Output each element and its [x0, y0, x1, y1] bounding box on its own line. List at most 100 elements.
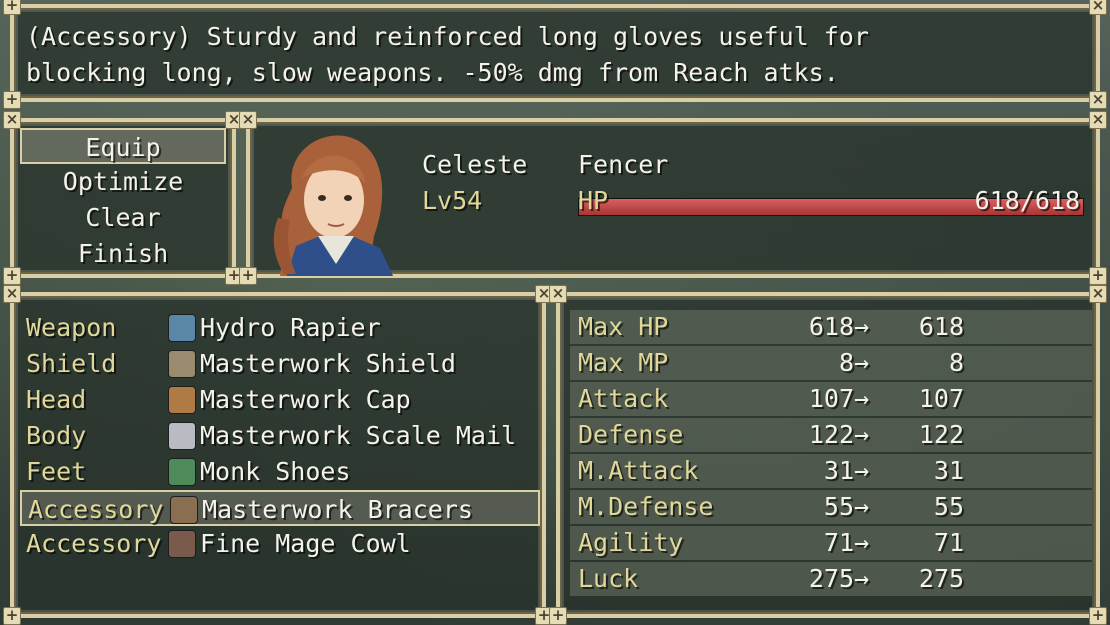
arrow-right-icon: → — [854, 564, 870, 593]
param-current: 31 — [823, 456, 854, 485]
window-corner-icon: × — [239, 111, 257, 129]
window-corner-icon: × — [549, 285, 567, 303]
window-corner-icon: + — [3, 0, 21, 15]
arrow-right-icon: → — [854, 456, 870, 485]
param-name: Max MP — [578, 348, 669, 377]
param-new: 618 — [918, 312, 964, 341]
param-new: 122 — [918, 420, 964, 449]
param-current: 618 — [808, 312, 854, 341]
param-new: 275 — [918, 564, 964, 593]
cap-icon — [168, 386, 196, 414]
param-name: Luck — [578, 564, 639, 593]
slot-label: Weapon — [26, 313, 117, 342]
slot-item-name: Masterwork Scale Mail — [200, 421, 517, 450]
slot-row-accessory-2[interactable]: Accessory Fine Mage Cowl — [20, 526, 540, 562]
slot-row-body[interactable]: Body Masterwork Scale Mail — [20, 418, 540, 454]
slot-row-head[interactable]: Head Masterwork Cap — [20, 382, 540, 418]
actor-class: Fencer — [578, 150, 669, 179]
window-corner-icon: + — [1089, 607, 1107, 625]
help-window: + × + × (Accessory) Sturdy and reinforce… — [3, 0, 1107, 109]
command-window: × × + + Equip Optimize Clear Finish — [3, 111, 243, 285]
slot-item-name: Masterwork Bracers — [202, 495, 473, 524]
param-current: 107 — [808, 384, 854, 413]
window-corner-icon: × — [1089, 0, 1107, 15]
actor-name: Celeste — [422, 150, 528, 179]
param-name: Defense — [578, 420, 684, 449]
param-current: 71 — [823, 528, 854, 557]
slot-row-accessory-1[interactable]: Accessory Masterwork Bracers — [20, 490, 540, 526]
arrow-right-icon: → — [854, 384, 870, 413]
slot-label: Shield — [26, 349, 117, 378]
shield-icon — [168, 350, 196, 378]
param-row-agility: Agility 71 → 71 — [570, 526, 1092, 560]
bracers-icon — [170, 496, 198, 524]
slot-item-name: Hydro Rapier — [200, 313, 381, 342]
param-current: 122 — [808, 420, 854, 449]
arrow-right-icon: → — [854, 420, 870, 449]
param-name: M.Defense — [578, 492, 714, 521]
window-corner-icon: × — [1089, 111, 1107, 129]
param-new: 8 — [948, 348, 964, 377]
param-row-max-hp: Max HP 618 → 618 — [570, 310, 1092, 344]
arrow-right-icon: → — [854, 528, 870, 557]
param-new: 55 — [933, 492, 964, 521]
slot-label: Body — [26, 421, 87, 450]
slot-label: Feet — [26, 457, 87, 486]
command-clear[interactable]: Clear — [20, 200, 226, 236]
slot-item-name: Masterwork Shield — [200, 349, 456, 378]
window-corner-icon: × — [1089, 285, 1107, 303]
param-current: 55 — [823, 492, 854, 521]
slot-row-weapon[interactable]: Weapon Hydro Rapier — [20, 310, 540, 346]
window-corner-icon: + — [549, 607, 567, 625]
param-row-m-defense: M.Defense 55 → 55 — [570, 490, 1092, 524]
cowl-icon — [168, 530, 196, 558]
slot-item-name: Fine Mage Cowl — [200, 529, 411, 558]
param-row-luck: Luck 275 → 275 — [570, 562, 1092, 596]
param-current: 8 — [838, 348, 854, 377]
param-new: 31 — [933, 456, 964, 485]
parameter-comparison-window: × × + + Max HP 618 → 618 Max MP 8 → 8 At… — [549, 285, 1107, 625]
param-name: Attack — [578, 384, 669, 413]
slot-item-name: Monk Shoes — [200, 457, 351, 486]
actor-status-window: × × + + Celeste Fencer Lv54 HP 618/618 — [239, 111, 1107, 285]
arrow-right-icon: → — [854, 312, 870, 341]
param-name: Max HP — [578, 312, 669, 341]
command-optimize[interactable]: Optimize — [20, 164, 226, 200]
param-row-max-mp: Max MP 8 → 8 — [570, 346, 1092, 380]
param-row-m-attack: M.Attack 31 → 31 — [570, 454, 1092, 488]
scale-mail-icon — [168, 422, 196, 450]
help-text-line-2: blocking long, slow weapons. -50% dmg fr… — [26, 58, 839, 87]
window-corner-icon: × — [1089, 91, 1107, 109]
slot-label: Accessory — [26, 529, 162, 558]
slot-row-feet[interactable]: Feet Monk Shoes — [20, 454, 540, 490]
param-current: 275 — [808, 564, 854, 593]
shoes-icon — [168, 458, 196, 486]
param-name: M.Attack — [578, 456, 699, 485]
window-corner-icon: + — [3, 91, 21, 109]
window-corner-icon: + — [1089, 267, 1107, 285]
param-new: 107 — [918, 384, 964, 413]
command-equip[interactable]: Equip — [20, 128, 226, 164]
window-corner-icon: + — [3, 607, 21, 625]
rapier-icon — [168, 314, 196, 342]
arrow-right-icon: → — [854, 492, 870, 521]
window-corner-icon: + — [239, 267, 257, 285]
slot-label: Accessory — [28, 495, 164, 524]
window-corner-icon: × — [3, 285, 21, 303]
actor-portrait — [256, 128, 404, 276]
window-corner-icon: × — [3, 111, 21, 129]
equip-slot-window: × × + + Weapon Hydro Rapier Shield Maste… — [3, 285, 553, 625]
slot-item-name: Masterwork Cap — [200, 385, 411, 414]
window-corner-icon: + — [3, 267, 21, 285]
hp-value: 618/618 — [974, 186, 1080, 215]
param-name: Agility — [578, 528, 684, 557]
slot-row-shield[interactable]: Shield Masterwork Shield — [20, 346, 540, 382]
arrow-right-icon: → — [854, 348, 870, 377]
actor-level: Lv54 — [422, 186, 483, 215]
param-row-defense: Defense 122 → 122 — [570, 418, 1092, 452]
hp-label: HP — [578, 186, 609, 215]
param-new: 71 — [933, 528, 964, 557]
param-row-attack: Attack 107 → 107 — [570, 382, 1092, 416]
help-text-line-1: (Accessory) Sturdy and reinforced long g… — [26, 22, 869, 51]
command-finish[interactable]: Finish — [20, 236, 226, 272]
